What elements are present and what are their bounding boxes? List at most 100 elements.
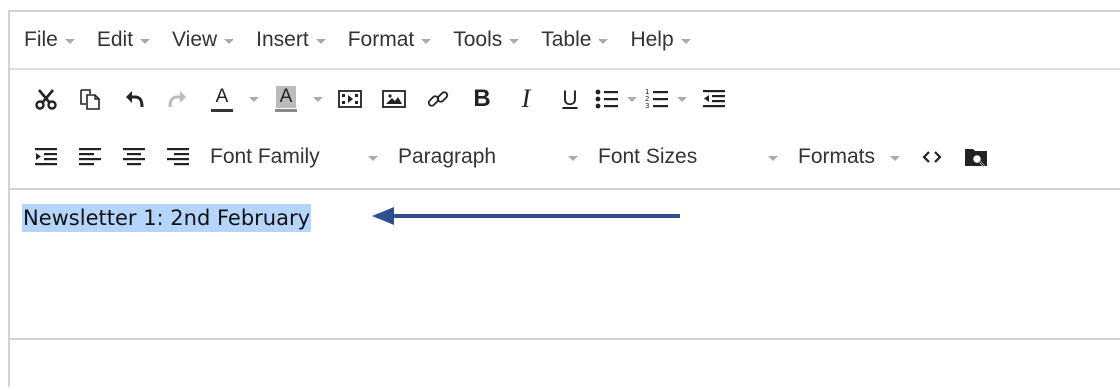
bullet-list-dropdown[interactable]	[622, 79, 642, 119]
font-family-label: Font Family	[210, 145, 320, 168]
font-sizes-select[interactable]: Font Sizes	[588, 137, 788, 177]
bullet-list-button[interactable]	[592, 79, 622, 119]
numbered-list-icon: 1 2 3	[645, 88, 668, 110]
chevron-down-icon	[249, 96, 259, 102]
menu-tools[interactable]: Tools	[453, 28, 520, 52]
menu-edit-label: Edit	[96, 28, 134, 51]
chevron-down-icon	[890, 155, 900, 161]
rich-text-editor: File Edit View Insert Format Tools Table…	[8, 10, 1120, 387]
outdent-icon	[703, 90, 725, 108]
align-center-button[interactable]	[112, 137, 156, 177]
font-sizes-label: Font Sizes	[598, 145, 698, 168]
align-center-icon	[123, 148, 145, 166]
menu-format[interactable]: Format	[348, 28, 432, 52]
chevron-down-icon	[224, 38, 235, 44]
bold-button[interactable]: B	[460, 79, 504, 119]
menu-tools-label: Tools	[453, 28, 503, 51]
menu-view-label: View	[172, 28, 218, 51]
menu-help[interactable]: Help	[630, 28, 691, 52]
chevron-down-icon	[509, 38, 520, 44]
background-color-button[interactable]: A	[264, 79, 308, 119]
image-button[interactable]	[372, 79, 416, 119]
chevron-down-icon	[64, 38, 75, 44]
align-right-button[interactable]	[156, 137, 200, 177]
menu-help-label: Help	[630, 28, 674, 51]
paragraph-select[interactable]: Paragraph	[388, 137, 588, 177]
align-left-icon	[79, 148, 101, 166]
media-button[interactable]	[328, 79, 372, 119]
selected-document-text[interactable]: Newsletter 1: 2nd February	[22, 204, 312, 232]
cut-icon	[35, 89, 57, 110]
text-color-dropdown[interactable]	[244, 79, 264, 119]
text-color-swatch	[211, 108, 233, 112]
menu-table[interactable]: Table	[541, 28, 609, 52]
toolbar: A A B I U 1 2 3 Font Family Paragraph Fo…	[10, 70, 1120, 190]
bg-color-letter: A	[275, 86, 297, 108]
text-color-icon: A	[211, 85, 233, 112]
chevron-down-icon	[368, 155, 378, 161]
svg-text:3: 3	[645, 102, 649, 110]
preview-icon	[965, 149, 987, 167]
text-color-button[interactable]: A	[200, 79, 244, 119]
indent-button[interactable]	[24, 137, 68, 177]
formats-label: Formats	[798, 145, 876, 168]
undo-icon	[126, 91, 144, 108]
media-icon	[338, 90, 362, 108]
indent-icon	[35, 148, 57, 166]
chevron-down-icon	[768, 155, 778, 161]
numbered-list-dropdown[interactable]	[672, 79, 692, 119]
editor-content-area[interactable]: Newsletter 1: 2nd February	[10, 190, 1120, 340]
underline-icon: U	[562, 87, 578, 110]
undo-button[interactable]	[112, 79, 156, 119]
formats-select[interactable]: Formats	[788, 137, 910, 177]
menu-format-label: Format	[347, 28, 415, 51]
bullet-list-icon	[595, 89, 618, 109]
italic-icon: I	[521, 84, 531, 113]
source-code-button[interactable]	[910, 137, 954, 177]
background-color-icon: A	[275, 86, 297, 112]
paragraph-label: Paragraph	[398, 145, 497, 168]
chevron-down-icon	[680, 38, 691, 44]
chevron-down-icon	[313, 96, 323, 102]
align-right-icon	[167, 148, 189, 166]
menu-table-label: Table	[541, 28, 592, 51]
menu-insert-label: Insert	[256, 28, 309, 51]
bold-icon: B	[473, 85, 491, 112]
annotation-arrow-icon	[372, 207, 680, 225]
chevron-down-icon	[568, 155, 578, 161]
code-icon	[922, 151, 942, 163]
toolbar-row-1: A A B I U 1 2 3	[10, 70, 1120, 128]
link-icon	[427, 91, 449, 107]
chevron-down-icon	[421, 38, 432, 44]
redo-button[interactable]	[156, 79, 200, 119]
chevron-down-icon	[315, 38, 326, 44]
menu-bar: File Edit View Insert Format Tools Table…	[10, 12, 1120, 70]
redo-icon	[168, 91, 186, 108]
toolbar-row-2: Font Family Paragraph Font Sizes Formats	[10, 128, 1120, 186]
outdent-button[interactable]	[692, 79, 736, 119]
copy-button[interactable]	[68, 79, 112, 119]
chevron-down-icon	[140, 38, 151, 44]
copy-icon	[80, 89, 100, 110]
cut-button[interactable]	[24, 79, 68, 119]
menu-file-label: File	[24, 28, 58, 51]
menu-view[interactable]: View	[172, 28, 235, 52]
image-icon	[382, 90, 406, 108]
menu-insert[interactable]: Insert	[256, 28, 326, 52]
align-left-button[interactable]	[68, 137, 112, 177]
preview-button[interactable]	[954, 137, 998, 177]
background-color-dropdown[interactable]	[308, 79, 328, 119]
numbered-list-button[interactable]: 1 2 3	[642, 79, 672, 119]
text-color-letter: A	[215, 85, 229, 107]
font-family-select[interactable]: Font Family	[200, 137, 388, 177]
chevron-down-icon	[627, 96, 637, 102]
menu-edit[interactable]: Edit	[96, 28, 151, 52]
chevron-down-icon	[598, 38, 609, 44]
menu-file[interactable]: File	[24, 28, 75, 52]
link-button[interactable]	[416, 79, 460, 119]
underline-button[interactable]: U	[548, 79, 592, 119]
bg-color-swatch	[275, 109, 297, 112]
status-bar	[10, 340, 1120, 390]
italic-button[interactable]: I	[504, 79, 548, 119]
chevron-down-icon	[677, 96, 687, 102]
